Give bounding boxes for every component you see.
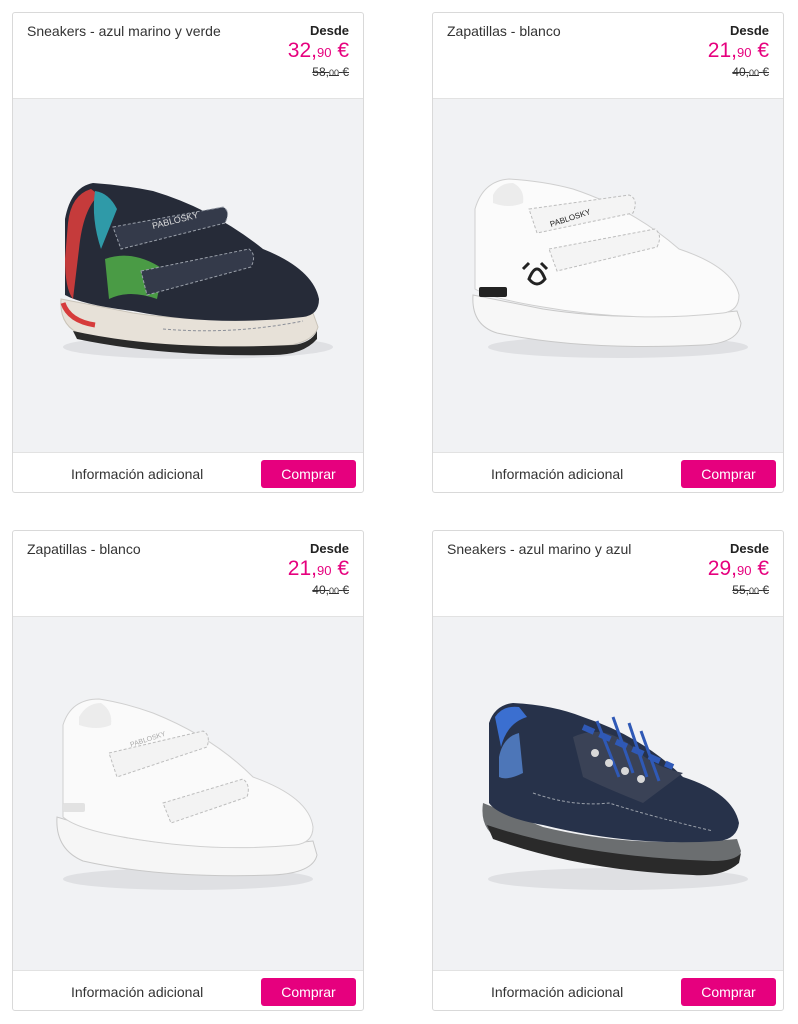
price-currency: € <box>757 39 769 62</box>
old-price-currency: € <box>342 65 349 79</box>
price-currency: € <box>337 39 349 62</box>
current-price: 21,90 € <box>288 557 349 581</box>
old-price-decimals: 00 <box>328 586 339 596</box>
product-name[interactable]: Zapatillas - blanco <box>447 23 561 39</box>
old-price-decimals: 00 <box>748 68 759 78</box>
buy-button[interactable]: Comprar <box>681 978 776 1006</box>
product-header: Sneakers - azul marino y azul Desde 29,9… <box>433 531 783 617</box>
additional-info-link[interactable]: Información adicional <box>491 466 623 482</box>
white-velcro-shoe-image: PABLOSKY <box>472 178 748 358</box>
product-image[interactable]: PABLOSKY <box>13 617 363 971</box>
old-price: 40,00 € <box>312 583 349 597</box>
old-price-currency: € <box>762 65 769 79</box>
current-price: 32,90 € <box>288 39 349 63</box>
product-name[interactable]: Zapatillas - blanco <box>27 541 141 557</box>
product-header: Sneakers - azul marino y verde Desde 32,… <box>13 13 363 99</box>
price-integer: 32, <box>287 39 317 62</box>
price-decimals: 90 <box>737 45 752 60</box>
product-name[interactable]: Sneakers - azul marino y verde <box>27 23 221 39</box>
product-card: Zapatillas - blanco Desde 21,90 € 40,00 … <box>12 530 364 1011</box>
product-header: Zapatillas - blanco Desde 21,90 € 40,00 … <box>433 13 783 99</box>
old-price-integer: 40, <box>312 583 329 597</box>
white-velcro-shoe-image: PABLOSKY <box>56 698 318 890</box>
price-currency: € <box>757 557 769 580</box>
product-footer: Información adicional Comprar <box>433 453 783 492</box>
product-image[interactable]: PABLOSKY <box>433 99 783 453</box>
product-name[interactable]: Sneakers - azul marino y azul <box>447 541 631 557</box>
old-price-currency: € <box>762 583 769 597</box>
old-price: 58,00 € <box>312 65 349 79</box>
price-from-label: Desde <box>729 23 769 38</box>
old-price-integer: 55, <box>732 583 749 597</box>
product-card: Zapatillas - blanco Desde 21,90 € 40,00 … <box>432 12 784 493</box>
product-image[interactable] <box>433 617 783 971</box>
product-image[interactable]: PABLOSKY <box>13 99 363 453</box>
product-header: Zapatillas - blanco Desde 21,90 € 40,00 … <box>13 531 363 617</box>
additional-info-link[interactable]: Información adicional <box>71 984 203 1000</box>
product-card: Sneakers - azul marino y azul Desde 29,9… <box>432 530 784 1011</box>
price-integer: 21, <box>707 39 737 62</box>
buy-button[interactable]: Comprar <box>261 460 356 488</box>
navy-green-sneaker-image: PABLOSKY <box>60 183 333 359</box>
product-footer: Información adicional Comprar <box>13 971 363 1010</box>
buy-button[interactable]: Comprar <box>261 978 356 1006</box>
price-decimals: 90 <box>317 45 332 60</box>
product-footer: Información adicional Comprar <box>433 971 783 1010</box>
price-integer: 29, <box>707 557 737 580</box>
price-decimals: 90 <box>317 563 332 578</box>
product-footer: Información adicional Comprar <box>13 453 363 492</box>
buy-button[interactable]: Comprar <box>681 460 776 488</box>
old-price-currency: € <box>342 583 349 597</box>
price-from-label: Desde <box>309 541 349 556</box>
price-currency: € <box>337 557 349 580</box>
old-price-integer: 40, <box>732 65 749 79</box>
old-price-decimals: 00 <box>748 586 759 596</box>
old-price: 55,00 € <box>732 583 769 597</box>
product-card: Sneakers - azul marino y verde Desde 32,… <box>12 12 364 493</box>
price-decimals: 90 <box>737 563 752 578</box>
current-price: 29,90 € <box>708 557 769 581</box>
old-price-integer: 58, <box>312 65 329 79</box>
navy-blue-lace-sneaker-image <box>482 703 748 890</box>
additional-info-link[interactable]: Información adicional <box>491 984 623 1000</box>
additional-info-link[interactable]: Información adicional <box>71 466 203 482</box>
old-price-decimals: 00 <box>328 68 339 78</box>
price-from-label: Desde <box>309 23 349 38</box>
current-price: 21,90 € <box>708 39 769 63</box>
old-price: 40,00 € <box>732 65 769 79</box>
price-integer: 21, <box>287 557 317 580</box>
price-from-label: Desde <box>729 541 769 556</box>
